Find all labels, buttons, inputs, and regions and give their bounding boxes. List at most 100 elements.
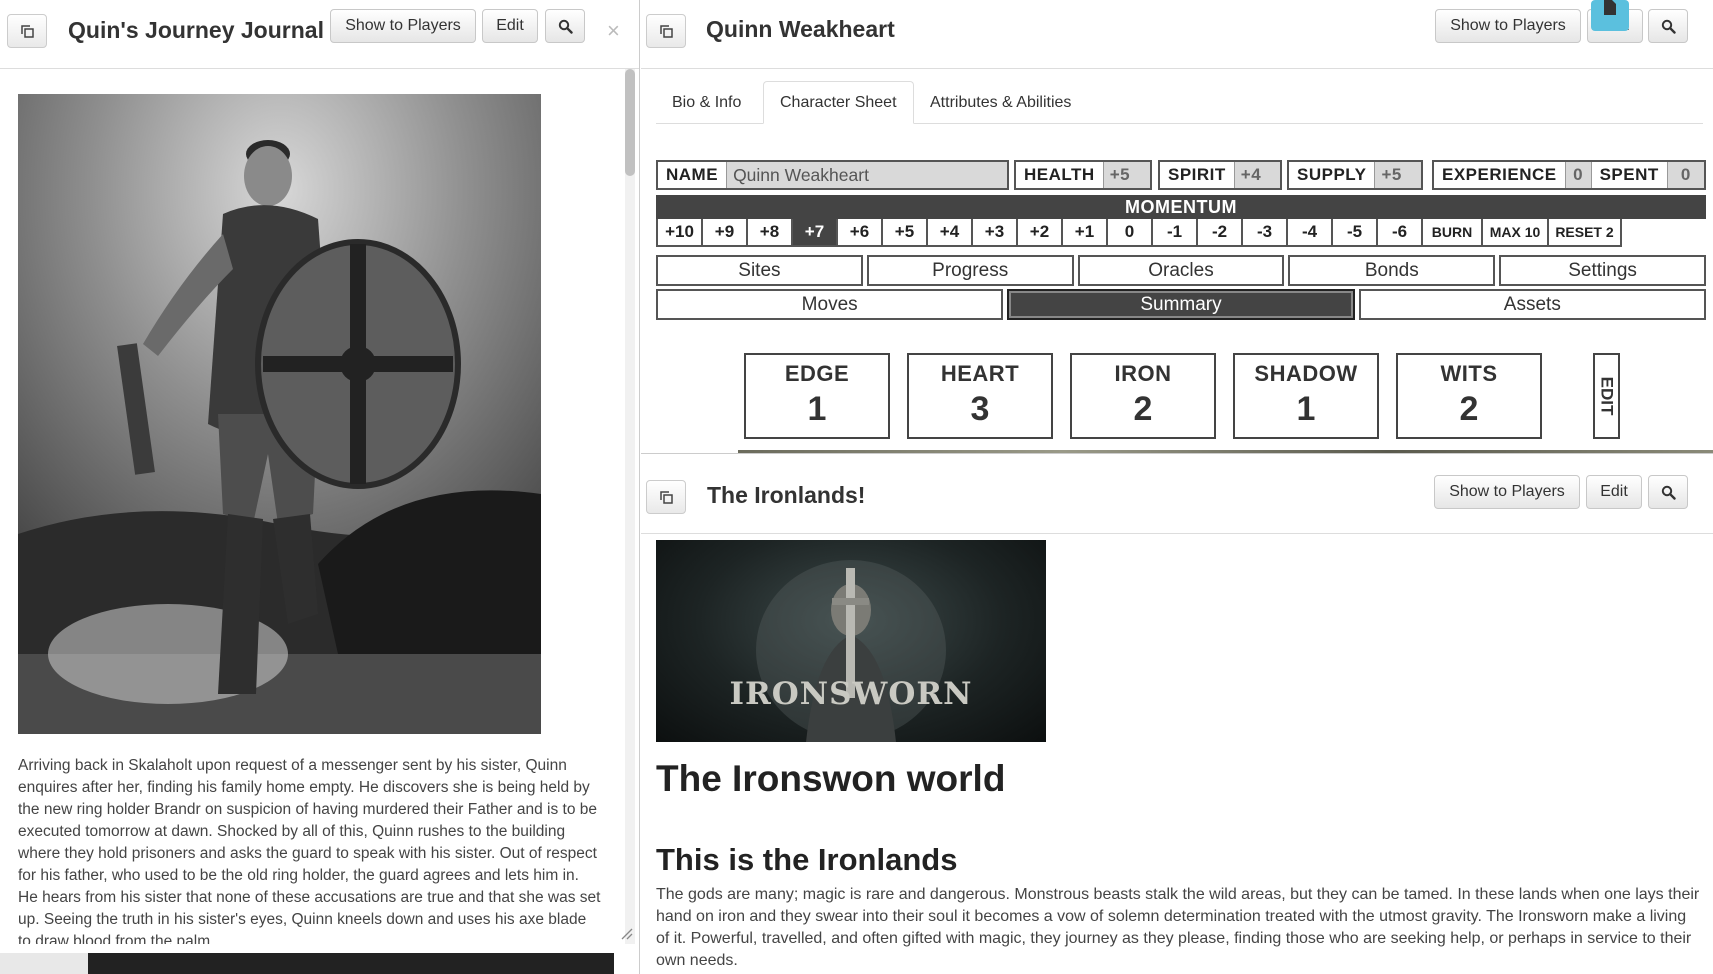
name-field[interactable]: NAME Quinn Weakheart [656, 160, 1009, 190]
ironlands-edit-button[interactable]: Edit [1586, 475, 1642, 509]
warrior-portrait-image [18, 94, 541, 734]
journal-edit-button[interactable]: Edit [482, 9, 538, 43]
tab-character-sheet[interactable]: Character Sheet [763, 81, 914, 124]
health-value[interactable]: +5 [1102, 162, 1150, 188]
journal-close-button[interactable]: × [607, 18, 620, 44]
next-entry-dark-image [88, 953, 614, 974]
attributes-edit-button[interactable]: EDIT [1593, 353, 1620, 439]
character-dialog: Quinn Weakheart Show to Players Edit Bio… [641, 0, 1713, 454]
ironlands-titlebar: The Ironlands! Show to Players Edit [641, 455, 1713, 534]
character-popout-button[interactable] [646, 14, 686, 48]
popout-icon [659, 24, 673, 38]
journal-titlebar: Quin's Journey Journal Show to Players E… [0, 0, 639, 69]
health-label: HEALTH [1024, 165, 1095, 184]
attribute-value: 3 [970, 390, 990, 428]
momentum-value[interactable]: +2 [1016, 219, 1063, 247]
momentum-value[interactable]: -5 [1331, 219, 1378, 247]
nav-sites-button[interactable]: Sites [656, 255, 863, 286]
momentum-value[interactable]: +7 [791, 219, 838, 247]
momentum-value[interactable]: +1 [1061, 219, 1108, 247]
stat-row: NAME Quinn Weakheart HEALTH +5 SPIRIT +4… [656, 160, 1706, 190]
momentum-value[interactable]: 0 [1106, 219, 1153, 247]
momentum-value[interactable]: +9 [701, 219, 748, 247]
attributes-edit-label: EDIT [1597, 376, 1617, 416]
journal-popout-button[interactable] [7, 14, 47, 48]
sheet-nav-row-1: Sites Progress Oracles Bonds Settings [656, 255, 1706, 286]
attribute-name: HEART [940, 361, 1020, 386]
momentum-value[interactable]: -4 [1286, 219, 1333, 247]
momentum-value[interactable]: +3 [971, 219, 1018, 247]
name-label: NAME [666, 165, 719, 184]
search-icon [558, 19, 573, 34]
banner-text: IRONSWORN [729, 676, 973, 712]
spirit-field[interactable]: SPIRIT +4 [1158, 160, 1282, 190]
nav-oracles-button[interactable]: Oracles [1077, 255, 1285, 286]
name-value[interactable]: Quinn Weakheart [726, 162, 1007, 188]
journal-scrollbar[interactable] [625, 69, 635, 944]
ironlands-popout-button[interactable] [646, 480, 686, 514]
nav-bonds-button[interactable]: Bonds [1288, 255, 1496, 286]
momentum-burn-button[interactable]: BURN [1421, 219, 1483, 247]
character-search-button[interactable] [1648, 9, 1688, 43]
next-entry-light-area [0, 953, 88, 974]
experience-value[interactable]: 0 [1564, 162, 1591, 188]
popout-icon [659, 490, 673, 504]
nav-moves-button[interactable]: Moves [656, 289, 1004, 320]
supply-field[interactable]: SUPPLY +5 [1287, 160, 1423, 190]
experience-label: EXPERIENCE [1442, 165, 1557, 184]
momentum-value[interactable]: +6 [836, 219, 883, 247]
spirit-label: SPIRIT [1168, 165, 1226, 184]
spirit-value[interactable]: +4 [1233, 162, 1280, 188]
attribute-iron[interactable]: IRON 2 [1070, 353, 1216, 439]
attribute-shadow[interactable]: SHADOW 1 [1233, 353, 1379, 439]
ironlands-search-button[interactable] [1648, 475, 1688, 509]
tab-bio-info[interactable]: Bio & Info [656, 81, 757, 124]
character-show-to-players-button[interactable]: Show to Players [1435, 9, 1581, 43]
momentum-value[interactable]: -1 [1151, 219, 1198, 247]
attribute-heart[interactable]: HEART 3 [907, 353, 1053, 439]
momentum-value[interactable]: -3 [1241, 219, 1288, 247]
health-field[interactable]: HEALTH +5 [1014, 160, 1152, 190]
attribute-value: 2 [1133, 390, 1153, 428]
warrior-illustration [18, 94, 541, 734]
ironlands-heading-1: The Ironswon world [656, 758, 1006, 799]
nav-summary-button[interactable]: Summary [1007, 289, 1355, 320]
momentum-max[interactable]: MAX 10 [1481, 219, 1549, 247]
search-icon [1661, 19, 1676, 34]
journal-search-button[interactable] [545, 9, 585, 43]
attribute-value: 2 [1459, 390, 1479, 428]
momentum-value[interactable]: +4 [926, 219, 973, 247]
momentum-value[interactable]: +5 [881, 219, 928, 247]
journal-dialog: Quin's Journey Journal Show to Players E… [0, 0, 640, 974]
spent-value[interactable]: 0 [1666, 162, 1704, 188]
journal-show-to-players-button[interactable]: Show to Players [330, 9, 476, 43]
ironsworn-banner-image: IRONSWORN [656, 540, 1046, 742]
journal-title: Quin's Journey Journal [68, 17, 324, 43]
experience-field[interactable]: EXPERIENCE 0 SPENT 0 [1432, 160, 1706, 190]
document-icon [1604, 0, 1616, 15]
attribute-name: WITS [1440, 361, 1498, 386]
tab-attributes-abilities[interactable]: Attributes & Abilities [914, 81, 1087, 124]
momentum-value[interactable]: -2 [1196, 219, 1243, 247]
momentum-value[interactable]: -6 [1376, 219, 1423, 247]
nav-progress-button[interactable]: Progress [866, 255, 1074, 286]
attribute-name: EDGE [784, 361, 850, 386]
resize-grip-icon[interactable] [619, 926, 633, 940]
popout-icon [20, 24, 34, 38]
attribute-value: 1 [1296, 390, 1316, 428]
ironlands-heading-2: This is the Ironlands [656, 842, 958, 877]
momentum-value[interactable]: +10 [656, 219, 703, 247]
nav-settings-button[interactable]: Settings [1499, 255, 1706, 286]
attribute-wits[interactable]: WITS 2 [1396, 353, 1542, 439]
momentum-value[interactable]: +8 [746, 219, 793, 247]
attribute-edge[interactable]: EDGE 1 [744, 353, 890, 439]
momentum-reset[interactable]: RESET 2 [1547, 219, 1622, 247]
attribute-value: 1 [807, 390, 827, 428]
character-drag-handle[interactable] [1591, 0, 1629, 31]
search-icon [1661, 485, 1676, 500]
ironlands-show-to-players-button[interactable]: Show to Players [1434, 475, 1580, 509]
character-title: Quinn Weakheart [706, 16, 895, 42]
journal-scroll-thumb[interactable] [625, 69, 635, 176]
nav-assets-button[interactable]: Assets [1358, 289, 1706, 320]
supply-value[interactable]: +5 [1374, 162, 1421, 188]
